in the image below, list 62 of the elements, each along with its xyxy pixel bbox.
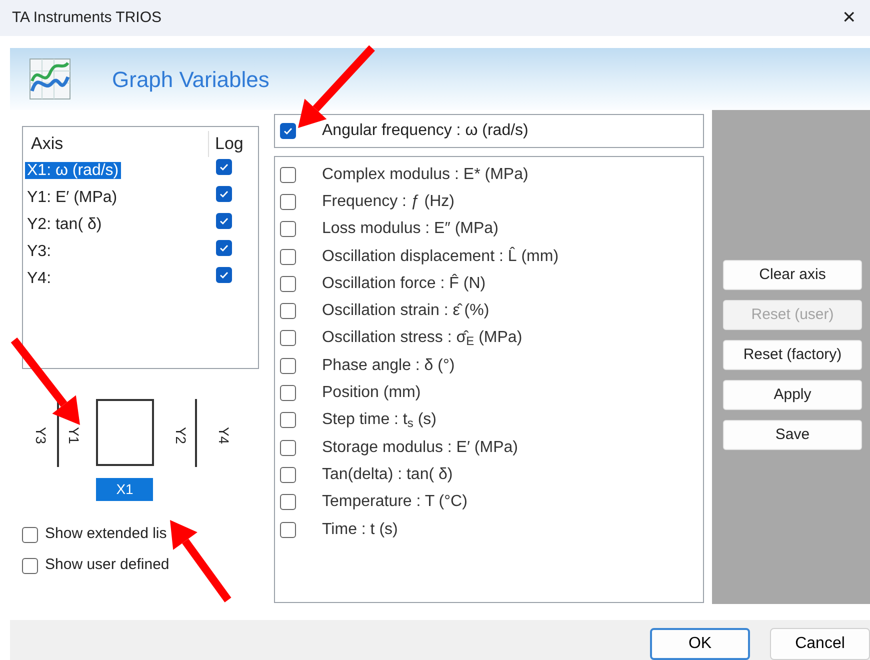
axis-label[interactable]: Y1 — [63, 426, 84, 444]
checkbox[interactable] — [216, 240, 232, 256]
axis-item[interactable]: Y2: tan( δ) — [25, 216, 104, 232]
variable-label: Temperature : T (°C) — [322, 492, 468, 512]
variable-label: Complex modulus : E* (MPa) — [322, 164, 528, 185]
variable-label: Oscillation displacement : L̂ (mm) — [322, 246, 559, 267]
column-header: Log — [208, 131, 252, 157]
checkbox[interactable] — [280, 385, 296, 402]
checkbox[interactable] — [280, 522, 296, 538]
action-button[interactable]: Apply — [723, 380, 862, 410]
checkbox[interactable] — [280, 440, 296, 456]
variable-label: Step time : t$_{s}$ (s) — [322, 410, 436, 432]
axis-item[interactable]: Y1: E′ (MPa) — [25, 188, 120, 206]
action-button[interactable]: Clear axis — [723, 260, 862, 290]
variable-label: Time : t (s) — [322, 520, 398, 540]
variable-label: Frequency : ƒ (Hz) — [322, 192, 454, 212]
checkbox[interactable] — [280, 303, 296, 320]
checkbox[interactable] — [22, 558, 38, 574]
window-title: TA Instruments TRIOS — [12, 8, 162, 28]
checkbox[interactable] — [280, 194, 296, 210]
axis-item[interactable]: Y4: — [25, 270, 54, 286]
checkbox[interactable] — [280, 166, 296, 183]
checkbox[interactable] — [280, 494, 296, 510]
variable-label: Angular frequency : ω (rad/s) — [322, 121, 528, 141]
axis-label[interactable]: X1 — [96, 478, 154, 501]
dialog-heading: Graph Variables — [112, 66, 270, 94]
variable-label: Position (mm) — [322, 383, 421, 404]
checkbox[interactable] — [280, 330, 296, 346]
variable-label: Loss modulus : E″ (MPa) — [322, 219, 498, 240]
checkbox[interactable] — [280, 412, 296, 428]
close-button[interactable]: ✕ — [836, 5, 862, 31]
ok-button[interactable]: OK — [650, 628, 750, 660]
checkbox[interactable] — [216, 212, 232, 228]
axis-label[interactable]: Y3 — [30, 426, 52, 444]
checkbox[interactable] — [280, 358, 296, 374]
variable-label: Oscillation strain : ε̂ (%) — [322, 301, 490, 322]
checkbox[interactable] — [216, 266, 232, 282]
checkbox[interactable] — [280, 466, 296, 483]
axis-item[interactable]: X1: ω (rad/s) — [25, 162, 121, 178]
option-label: Show user defined — [45, 555, 170, 576]
checkbox[interactable] — [280, 123, 296, 139]
checkbox[interactable] — [216, 158, 232, 174]
axis-label[interactable]: Y2 — [170, 426, 192, 444]
action-button[interactable]: Reset (factory) — [723, 340, 862, 370]
variable-label: Tan(delta) : tan( δ) — [322, 464, 453, 485]
checkbox[interactable] — [280, 276, 296, 292]
variable-label: Oscillation stress : σ̂$_{E}$ (MPa) — [322, 328, 522, 350]
plot-area-frame — [96, 399, 154, 466]
checkbox[interactable] — [280, 248, 296, 265]
chart-icon — [28, 57, 72, 101]
cancel-button[interactable]: Cancel — [770, 628, 870, 660]
variable-label: Phase angle : δ (°) — [322, 356, 455, 376]
option-label: Show extended lis — [45, 524, 167, 544]
variable-label: Oscillation force : F̂ (N) — [322, 272, 486, 294]
checkbox[interactable] — [216, 186, 232, 202]
checkbox[interactable] — [22, 526, 38, 542]
action-button[interactable]: Save — [723, 420, 862, 450]
variable-label: Storage modulus : E′ (MPa) — [322, 438, 518, 458]
axis-item[interactable]: Y3: — [25, 242, 54, 260]
axis-label[interactable]: Y4 — [213, 426, 234, 444]
checkbox[interactable] — [280, 221, 296, 238]
column-header: Axis — [31, 133, 64, 156]
